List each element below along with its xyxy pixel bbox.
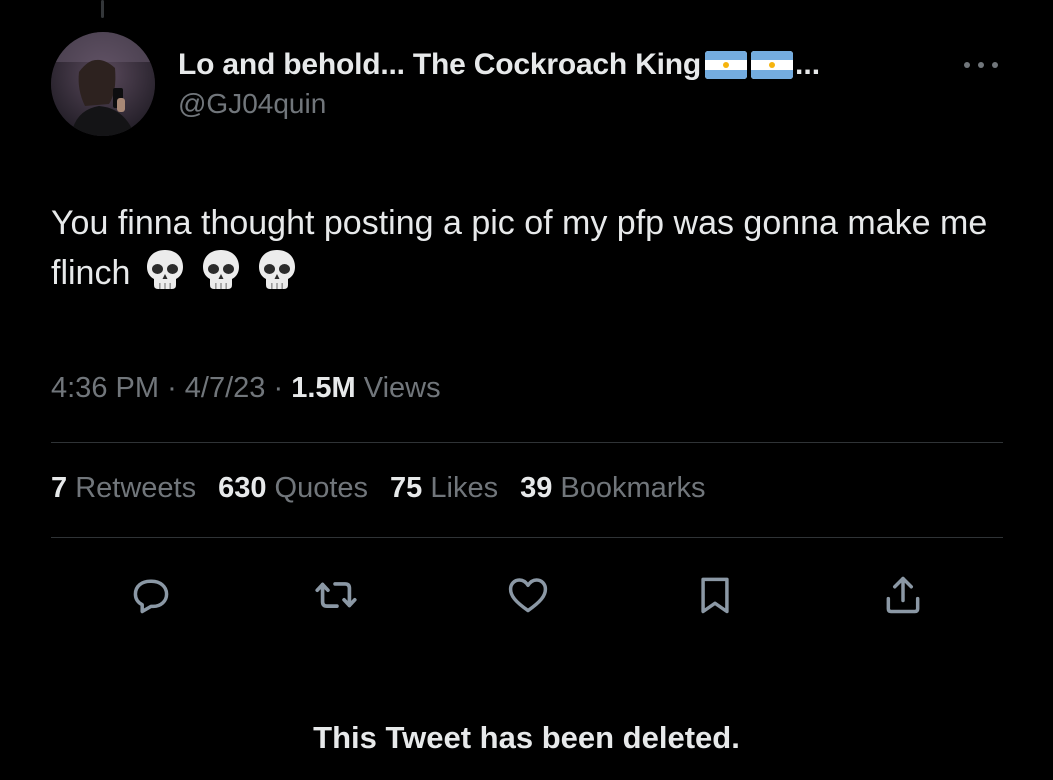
author-name-row[interactable]: Lo and behold... The Cockroach King ...	[178, 45, 820, 85]
bookmark-icon	[701, 577, 729, 614]
skull-emoji-group	[144, 248, 298, 292]
quotes-label: Quotes	[274, 472, 369, 504]
likes-count: 75	[390, 472, 423, 504]
name-truncation-ellipsis: ...	[795, 48, 821, 81]
likes-label: Likes	[430, 472, 499, 504]
share-button[interactable]	[878, 570, 928, 620]
quotes-count: 630	[218, 472, 267, 504]
tweet-body: You finna thought posting a pic of my pf…	[51, 198, 1021, 298]
like-button[interactable]	[503, 570, 553, 620]
retweets-label: Retweets	[75, 472, 197, 504]
meta-separator: ·	[167, 372, 177, 404]
skull-emoji	[202, 250, 239, 289]
author-display-name[interactable]: Lo and behold... The Cockroach King	[178, 48, 701, 82]
retweets-count: 7	[51, 472, 68, 504]
thread-connector-line	[101, 0, 104, 18]
divider	[51, 442, 1003, 443]
skull-emoji	[146, 250, 183, 289]
views-count[interactable]: 1.5M	[291, 372, 355, 404]
reply-icon	[133, 579, 169, 614]
heart-icon	[508, 578, 548, 613]
share-icon	[886, 576, 920, 614]
argentina-flag-icon	[751, 51, 794, 79]
argentina-flag-icon	[705, 51, 748, 79]
bookmark-button[interactable]	[690, 570, 740, 620]
engagement-stats: 7 Retweets 630 Quotes 75 Likes 39 Bookma…	[51, 472, 705, 505]
likes-stat[interactable]: 75 Likes	[390, 472, 498, 505]
quotes-stat[interactable]: 630 Quotes	[218, 472, 368, 505]
tweet-actions-bar	[0, 570, 1053, 620]
more-options-button[interactable]	[958, 50, 1004, 80]
meta-separator: ·	[273, 372, 284, 404]
bookmarks-label: Bookmarks	[560, 472, 706, 504]
tweet-date[interactable]: 4/7/23	[185, 372, 266, 404]
more-dots-icon	[964, 62, 998, 68]
skull-emoji	[258, 250, 295, 289]
avatar[interactable]	[51, 32, 155, 136]
bookmarks-count: 39	[520, 472, 553, 504]
divider	[51, 537, 1003, 538]
retweet-button[interactable]	[311, 570, 361, 620]
deleted-tweet-notice: This Tweet has been deleted.	[313, 720, 740, 755]
tweet-meta: 4:36 PM · 4/7/23 · 1.5M Views	[51, 372, 441, 405]
reply-button[interactable]	[126, 570, 176, 620]
bookmarks-stat[interactable]: 39 Bookmarks	[520, 472, 705, 505]
views-label[interactable]: Views	[364, 372, 441, 404]
retweets-stat[interactable]: 7 Retweets	[51, 472, 196, 505]
retweet-icon	[315, 582, 357, 608]
tweet-time[interactable]: 4:36 PM	[51, 372, 159, 404]
author-handle[interactable]: @GJ04quin	[178, 88, 326, 120]
